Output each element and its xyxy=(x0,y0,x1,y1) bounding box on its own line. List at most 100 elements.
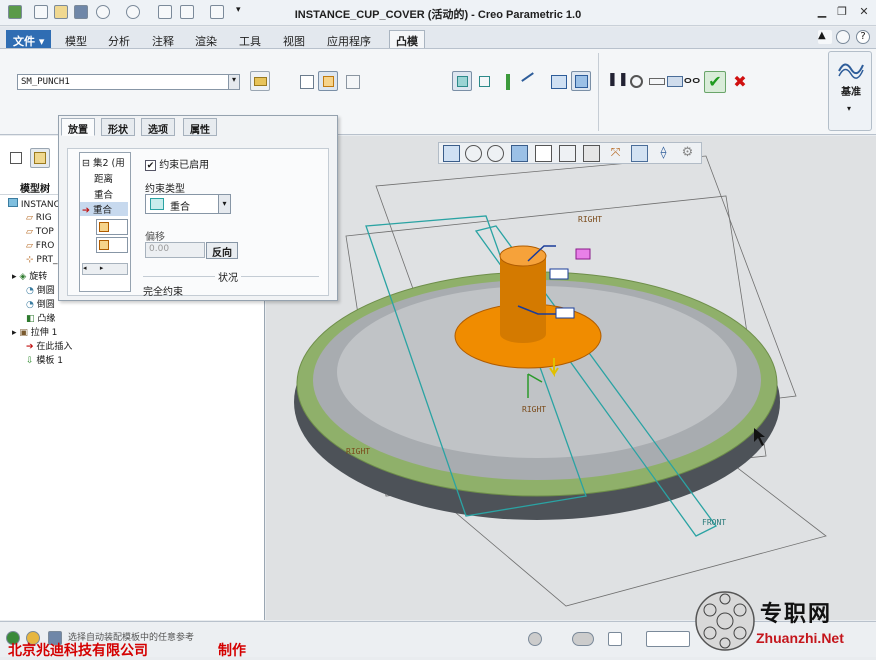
verify-button[interactable] xyxy=(664,71,684,91)
tree-item-top[interactable]: ▱ TOP xyxy=(26,227,54,237)
window-icon xyxy=(551,75,567,89)
set-item-coincident-selected[interactable]: ➔ 重合 xyxy=(80,202,128,216)
punch-icon: ⇩ xyxy=(26,356,34,366)
tool-6-button[interactable] xyxy=(571,71,591,91)
tab-file[interactable]: 文件 ▾ xyxy=(6,30,52,48)
copy-icon xyxy=(323,76,334,87)
tab-punch[interactable]: 凸模 xyxy=(389,30,425,48)
tab-analysis[interactable]: 分析 xyxy=(101,30,137,48)
tab-properties[interactable]: 属性 xyxy=(183,118,217,136)
tool-1-button[interactable] xyxy=(452,71,472,91)
tree-item-revolve[interactable]: ▸ ◈ 旋转 xyxy=(12,269,47,282)
tree-item-flange[interactable]: ◧ 凸缘 xyxy=(26,311,55,324)
saved-views-icon[interactable] xyxy=(559,145,576,162)
display-style-icon[interactable] xyxy=(535,145,552,162)
restore-icon[interactable]: ❐ xyxy=(834,5,850,19)
plane-icon: ▱ xyxy=(26,213,33,223)
datum-display-icon[interactable]: ⤧ xyxy=(607,145,624,162)
set-item-distance[interactable]: 距离 xyxy=(94,171,113,185)
chevron-down-icon: ▾ xyxy=(218,195,230,213)
tab-applications[interactable]: 应用程序 xyxy=(320,30,378,48)
edit-icon xyxy=(300,75,314,89)
status-label: 状况 xyxy=(215,269,241,284)
tree-item-punch[interactable]: ⇩ 模板 1 xyxy=(26,353,63,366)
tab-options[interactable]: 选项 xyxy=(141,118,175,136)
constraint-set-list[interactable]: ⊟ 集2 (用 距离 重合 ➔ 重合 ◂ ▸ xyxy=(79,152,131,292)
preview-button[interactable] xyxy=(646,71,666,91)
tool-2-button[interactable] xyxy=(474,71,494,91)
horizontal-scrollbar[interactable]: ◂ ▸ xyxy=(82,263,128,275)
tab-annotate[interactable]: 注释 xyxy=(145,30,181,48)
remove-button[interactable] xyxy=(342,71,362,91)
regen-icon[interactable] xyxy=(528,632,542,646)
zoom-out-icon[interactable] xyxy=(487,145,504,162)
tree-item-round-1[interactable]: ◔ 倒圆 xyxy=(26,283,55,296)
set-item-coincident[interactable]: 重合 xyxy=(94,187,113,201)
copy-button[interactable] xyxy=(318,71,338,91)
constraint-type-select[interactable]: 重合 ▾ xyxy=(145,194,231,214)
remove-icon xyxy=(346,75,360,89)
watermark-logo xyxy=(695,591,755,651)
tree-item-front[interactable]: ▱ FRO xyxy=(26,241,54,251)
edit-sketch-button[interactable] xyxy=(296,71,316,91)
surface-icon xyxy=(99,222,109,232)
layer-tab[interactable] xyxy=(30,148,50,168)
filter-select[interactable] xyxy=(646,631,690,647)
tab-shape[interactable]: 形状 xyxy=(101,118,135,136)
chevron-down-icon[interactable]: ▾ xyxy=(228,75,239,89)
folder-button[interactable] xyxy=(250,71,270,91)
reference-2[interactable] xyxy=(96,237,128,253)
ribbon-tabs: 文件 ▾ 模型 分析 注释 渲染 工具 视图 应用程序 凸模 ▲ ? xyxy=(0,27,876,49)
annotation-display-icon[interactable]: ⟠ xyxy=(655,145,672,162)
tree-item-root[interactable]: INSTANC xyxy=(8,198,60,210)
tree-item-right[interactable]: ▱ RIG xyxy=(26,213,52,223)
close-icon[interactable]: ✕ xyxy=(856,5,872,19)
round-icon: ◔ xyxy=(26,300,34,310)
help-icon[interactable]: ? xyxy=(856,30,870,44)
tab-render[interactable]: 渲染 xyxy=(188,30,224,48)
tree-item-round-2[interactable]: ◔ 倒圆 xyxy=(26,297,55,310)
tree-item-insert-here[interactable]: ➔ 在此插入 xyxy=(26,339,72,352)
toggle-icon[interactable] xyxy=(572,632,594,646)
set-item[interactable]: ⊟ 集2 (用 xyxy=(82,155,125,169)
tree-item-csys[interactable]: ⊹ PRT_ xyxy=(26,255,57,265)
tab-tools[interactable]: 工具 xyxy=(232,30,268,48)
tab-placement[interactable]: 放置 xyxy=(61,118,95,136)
tree-item-extrude[interactable]: ▸ ▣ 拉伸 1 xyxy=(12,325,57,338)
refit-icon[interactable] xyxy=(443,145,460,162)
ok-icon[interactable]: ✔ xyxy=(704,71,726,93)
find-icon[interactable] xyxy=(608,632,622,646)
offset-input[interactable]: 0.00 xyxy=(145,242,205,258)
tool-3-button[interactable] xyxy=(498,71,518,91)
pause-icon[interactable]: ❚❚ xyxy=(606,71,629,91)
round-icon: ◔ xyxy=(26,286,34,296)
tool-4-button[interactable] xyxy=(520,71,541,92)
constraint-type-label: 约束类型 xyxy=(145,184,185,195)
zoom-in-icon[interactable] xyxy=(465,145,482,162)
constraint-tag-3 xyxy=(575,248,591,260)
constraint-enabled-checkbox[interactable]: ✔ 约束已启用 xyxy=(145,156,209,171)
view-manager-icon[interactable] xyxy=(583,145,600,162)
collapse-ribbon-icon[interactable]: ▲ xyxy=(818,30,832,44)
glasses-icon[interactable]: ⴰⴰ xyxy=(682,71,702,91)
window2-icon xyxy=(575,75,588,88)
model-tree-tab[interactable] xyxy=(6,148,26,168)
tool-5-button[interactable] xyxy=(548,71,568,91)
graphics-window[interactable]: RIGHT RIGHT FRONT RIGHT xyxy=(266,136,876,620)
title-bar: ▾ INSTANCE_CUP_COVER (活动的) - Creo Parame… xyxy=(0,0,876,26)
reference-1[interactable] xyxy=(96,219,128,235)
csys-display-icon[interactable] xyxy=(631,145,648,162)
no-preview-button[interactable] xyxy=(626,71,646,91)
tab-model[interactable]: 模型 xyxy=(58,30,94,48)
minimize-icon[interactable]: ▁ xyxy=(814,5,830,19)
tab-view[interactable]: 视图 xyxy=(276,30,312,48)
punch-cylinder-top xyxy=(499,245,547,267)
placement-panel: 放置 形状 选项 属性 ⊟ 集2 (用 距离 重合 ➔ 重合 ◂ ▸ ✔ 约束已… xyxy=(58,115,338,301)
repaint-icon[interactable] xyxy=(511,145,528,162)
spin-center-icon[interactable]: ⚙ xyxy=(679,145,696,162)
cancel-icon[interactable]: ✖ xyxy=(730,71,750,91)
search-icon[interactable] xyxy=(836,30,850,44)
sketch-reference-select[interactable]: SM_PUNCH1 xyxy=(17,74,240,90)
flip-button[interactable]: 反向 xyxy=(206,242,238,259)
datum-button[interactable]: 基准 ▾ xyxy=(828,51,872,131)
